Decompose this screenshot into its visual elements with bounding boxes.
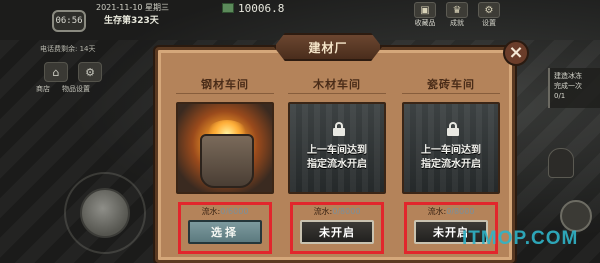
flow-label: 流水:	[427, 207, 447, 216]
flow-value: 0/6000	[220, 207, 249, 216]
survival-days-label: 生存第323天	[104, 16, 159, 26]
item-settings-icon[interactable]: ⚙	[78, 62, 102, 82]
close-icon: ×	[508, 42, 524, 63]
workshop-title: 木材车间	[288, 74, 386, 94]
workshop-footer: 流水:0/6000 选择	[176, 202, 274, 254]
money-icon	[222, 3, 234, 13]
unlock-condition: 上一车间达到 指定流水开启	[290, 144, 384, 172]
flow-progress: 流水:0/6000	[176, 206, 274, 217]
close-button[interactable]: ×	[503, 40, 529, 66]
workshop-wood: 木材车间 上一车间达到 指定流水开启 流水:0/8000 未开启	[288, 74, 386, 260]
virtual-joystick[interactable]	[80, 188, 130, 238]
shop-icon[interactable]: ⌂	[44, 62, 68, 82]
quest-tracker[interactable]: 建造冰冻 完成一次 0/1	[548, 68, 600, 108]
lock-icon	[446, 122, 460, 136]
gear-icon: ⚙	[478, 2, 500, 18]
quest-line-2: 完成一次	[554, 82, 582, 90]
flow-label: 流水:	[313, 207, 333, 216]
select-button[interactable]: 选择	[188, 220, 262, 244]
collection-label: 收藏品	[414, 19, 436, 27]
furnace-icon	[200, 134, 254, 188]
workshop-steel: 钢材车间 流水:0/6000 选择	[176, 74, 274, 260]
workshop-card-tile: 上一车间达到 指定流水开启	[402, 102, 500, 194]
flow-label: 流水:	[201, 207, 221, 216]
flow-value: 0/8000	[332, 207, 361, 216]
workshop-title: 瓷砖车间	[402, 74, 500, 94]
workshop-card-wood: 上一车间达到 指定流水开启	[288, 102, 386, 194]
left-hud-labels: 商店 物品设置	[36, 84, 90, 94]
flow-value: 0/8000	[446, 207, 475, 216]
collection-button[interactable]: ▣ 收藏品	[414, 2, 436, 28]
date-label: 2021-11-10 星期三	[96, 3, 170, 12]
money-counter: 10006.8	[238, 2, 285, 15]
trophy-icon: ♛	[446, 2, 468, 18]
shop-label: 商店	[36, 85, 50, 93]
flow-progress: 流水:0/8000	[288, 206, 386, 217]
top-right-hud: ▣ 收藏品 ♛ 成就 ⚙ 设置	[414, 2, 500, 28]
unlock-text-line-1: 上一车间达到	[421, 145, 481, 156]
achievement-button[interactable]: ♛ 成就	[446, 2, 468, 28]
item-settings-label: 物品设置	[62, 85, 90, 93]
flow-progress: 流水:0/8000	[402, 206, 500, 217]
settings-label: 设置	[482, 19, 496, 27]
unlock-text-line-1: 上一车间达到	[307, 145, 367, 156]
clock-display: 06:56	[52, 10, 86, 32]
unlock-text-line-2: 指定流水开启	[421, 159, 481, 170]
dialog-title: 建材厂	[274, 33, 382, 61]
workshop-card-steel[interactable]	[176, 102, 274, 194]
workshop-footer: 流水:0/8000 未开启	[288, 202, 386, 254]
settings-button[interactable]: ⚙ 设置	[478, 2, 500, 28]
unlock-condition: 上一车间达到 指定流水开启	[404, 144, 498, 172]
lock-icon	[332, 122, 346, 136]
site-watermark: ITMOP.COM	[462, 228, 579, 249]
status-text: 电话费剩余: 14天	[40, 45, 96, 53]
character-icon[interactable]	[548, 148, 574, 178]
unlock-text-line-2: 指定流水开启	[307, 159, 367, 170]
left-hud-icons: ⌂ ⚙	[44, 62, 102, 82]
workshop-title: 钢材车间	[176, 74, 274, 94]
achievement-label: 成就	[450, 19, 464, 27]
collection-icon: ▣	[414, 2, 436, 18]
not-open-button[interactable]: 未开启	[300, 220, 374, 244]
quest-line-3: 0/1	[554, 92, 566, 100]
quest-line-1: 建造冰冻	[554, 72, 582, 80]
